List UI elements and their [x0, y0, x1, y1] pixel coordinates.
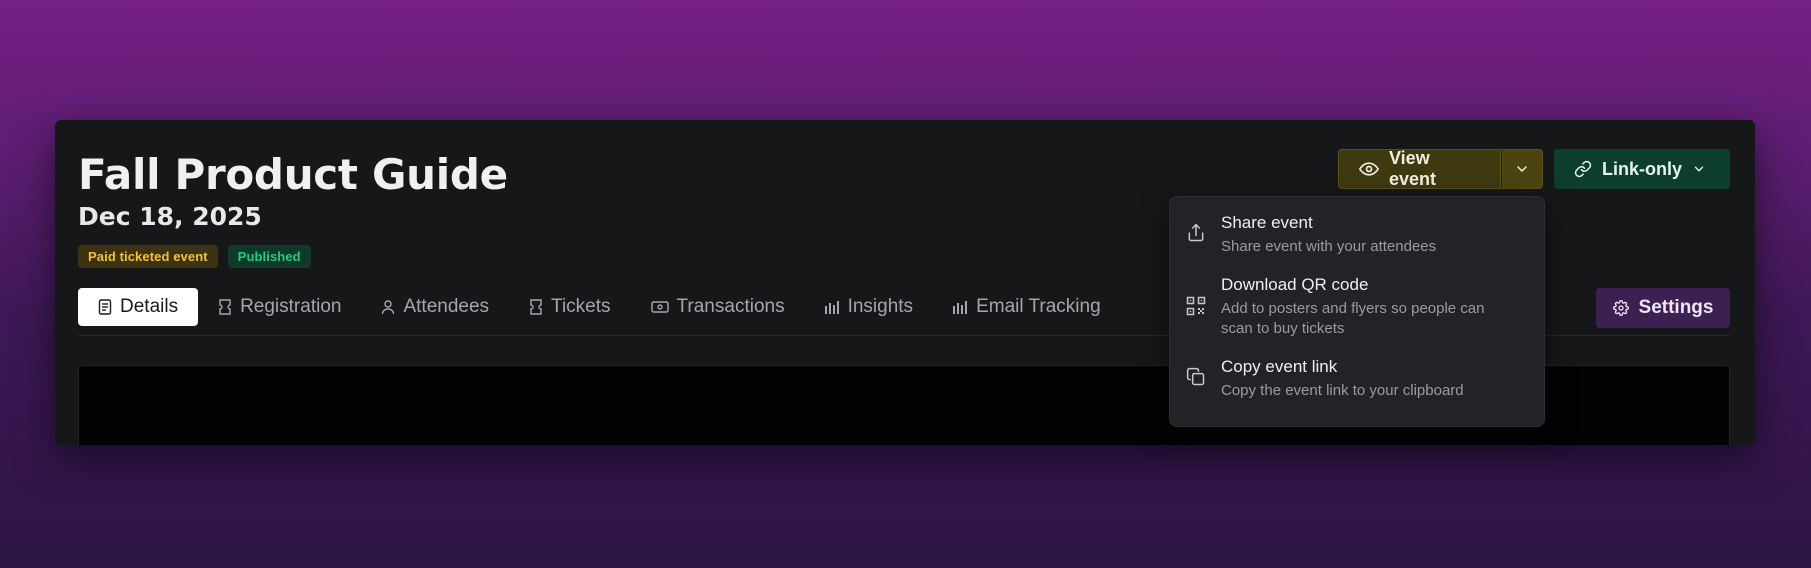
link-icon	[1574, 160, 1592, 178]
tab-label: Registration	[240, 296, 342, 317]
menu-item-description: Copy the event link to your clipboard	[1221, 382, 1464, 399]
tab-tickets[interactable]: Tickets	[509, 288, 630, 326]
tab-label: Tickets	[551, 296, 611, 317]
menu-item-description: Add to posters and flyers so people can …	[1221, 300, 1485, 337]
qr-code-icon	[1186, 296, 1206, 316]
view-event-button[interactable]: View event	[1338, 148, 1501, 189]
document-icon	[98, 299, 112, 315]
gear-icon	[1612, 300, 1629, 316]
tab-transactions[interactable]: Transactions	[631, 288, 805, 326]
view-event-split-button: View event	[1338, 148, 1543, 189]
view-event-label: View event	[1389, 148, 1437, 189]
tab-label: Insights	[847, 296, 914, 317]
bar-chart-icon	[953, 300, 968, 314]
status-badges: Paid ticketed event Published	[78, 245, 311, 268]
money-icon	[650, 300, 669, 314]
tab-registration[interactable]: Registration	[198, 288, 361, 326]
published-badge: Published	[227, 245, 311, 268]
tab-details[interactable]: Details	[78, 288, 199, 326]
page-title: Fall Product Guide	[78, 150, 508, 199]
settings-label: Settings	[1638, 297, 1714, 318]
tab-email-tracking[interactable]: Email Tracking	[933, 288, 1121, 326]
ticket-icon	[529, 299, 543, 315]
tab-attendees[interactable]: Attendees	[361, 288, 509, 326]
link-only-visibility-button[interactable]: Link-only	[1554, 149, 1730, 189]
tab-label: Email Tracking	[976, 296, 1101, 317]
bar-chart-icon	[824, 300, 840, 314]
chevron-down-icon	[1692, 162, 1706, 176]
menu-item-share-event[interactable]: Share event Share event with your attend…	[1170, 212, 1544, 257]
copy-icon	[1186, 367, 1206, 387]
tab-label: Attendees	[403, 296, 490, 317]
tab-insights[interactable]: Insights	[805, 288, 933, 326]
chevron-down-icon	[1514, 161, 1530, 177]
share-icon	[1186, 223, 1206, 243]
menu-item-title: Copy event link	[1221, 357, 1338, 376]
menu-item-copy-event-link[interactable]: Copy event link Copy the event link to y…	[1170, 356, 1544, 401]
menu-item-title: Share event	[1221, 213, 1313, 232]
menu-item-download-qr-code[interactable]: Download QR code Add to posters and flye…	[1170, 274, 1544, 339]
paid-ticketed-badge: Paid ticketed event	[78, 245, 218, 268]
ticket-icon	[218, 299, 232, 315]
link-only-label: Link-only	[1602, 158, 1682, 179]
header-actions: View event Link-only	[1338, 148, 1730, 189]
view-event-menu-toggle[interactable]	[1501, 149, 1543, 189]
view-event-dropdown-menu: Share event Share event with your attend…	[1169, 196, 1545, 427]
tab-label: Details	[120, 296, 179, 317]
tab-label: Transactions	[676, 296, 785, 317]
eye-icon	[1359, 159, 1379, 179]
user-icon	[381, 299, 395, 315]
event-tabs: Details Registration Attendees Tickets T…	[78, 288, 1121, 326]
menu-item-description: Share event with your attendees	[1221, 238, 1437, 255]
menu-item-title: Download QR code	[1221, 275, 1369, 294]
event-date: Dec 18, 2025	[78, 202, 262, 231]
settings-button[interactable]: Settings	[1596, 288, 1730, 328]
